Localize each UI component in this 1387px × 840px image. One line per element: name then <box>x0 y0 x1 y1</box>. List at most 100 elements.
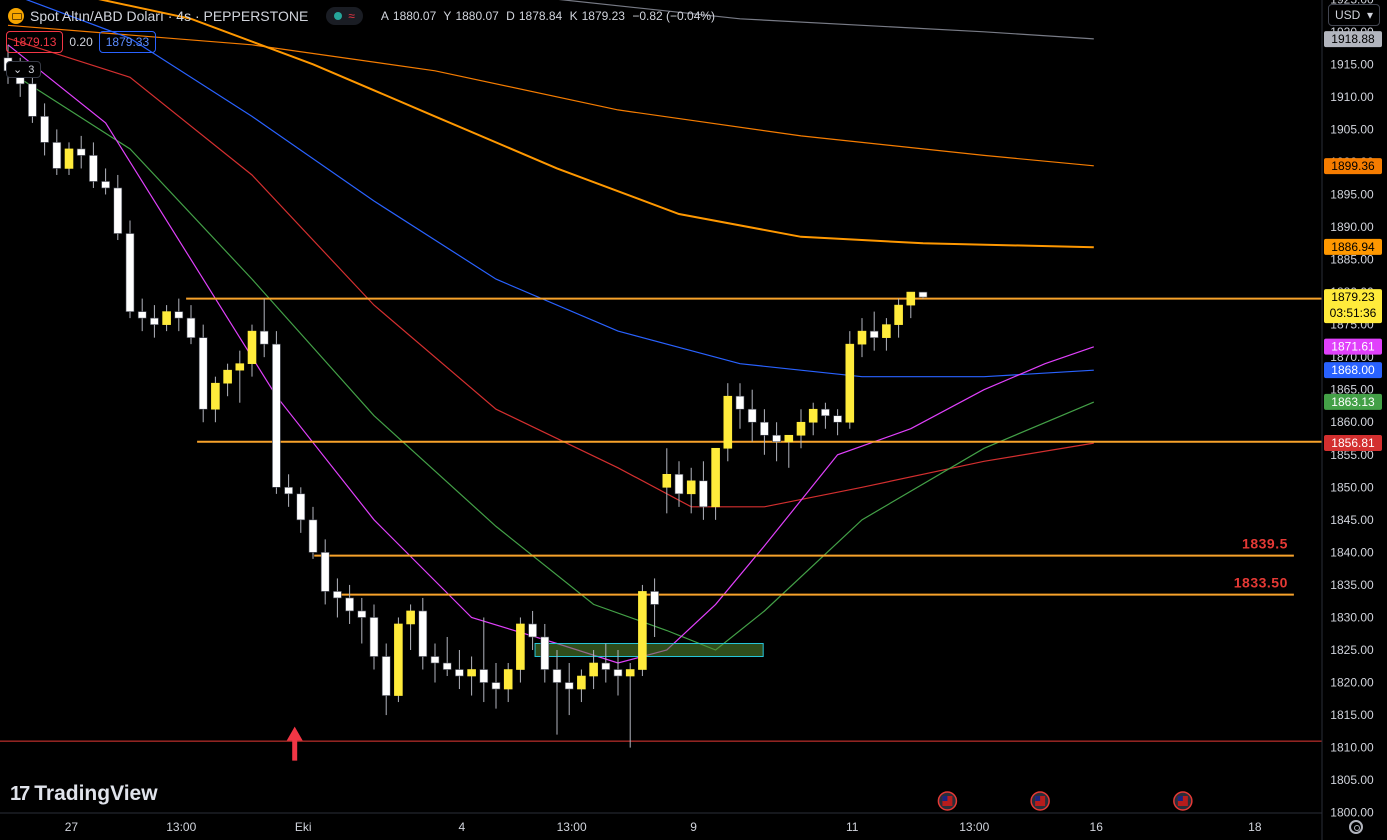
candle-bull <box>808 408 818 423</box>
candle-bear <box>52 142 62 169</box>
candle-bear <box>442 662 452 670</box>
candle-bull <box>845 343 855 423</box>
candle-bull <box>796 421 806 436</box>
candle-bull <box>394 623 403 696</box>
economic-event-flag-icon <box>1030 791 1050 811</box>
candle-bear <box>552 669 562 683</box>
x-tick-label: 18 <box>1248 820 1262 834</box>
price-label-text: 1856.81 <box>1331 436 1375 450</box>
candle-bull <box>235 363 245 371</box>
ma-line-green <box>7 70 1095 651</box>
low-value: 1878.84 <box>518 9 563 23</box>
buy-button[interactable]: 1879.33 <box>98 31 157 53</box>
x-tick-label: 16 <box>1090 820 1104 834</box>
candle-bull <box>162 311 171 325</box>
sell-button[interactable]: 1879.13 <box>6 31 64 53</box>
tradingview-logo[interactable]: 17 TradingView <box>10 782 158 806</box>
candle-bear <box>491 682 501 690</box>
price-label-text: 1899.36 <box>1331 159 1375 173</box>
candle-bear <box>137 311 147 319</box>
economic-event-flag-icon <box>1173 791 1193 811</box>
candle-bear <box>357 610 367 618</box>
currency-value: USD <box>1335 8 1361 22</box>
candle-bear <box>528 623 537 638</box>
candle-bull <box>686 480 696 495</box>
candle-bear <box>418 610 428 657</box>
candle-bull <box>723 395 733 449</box>
y-tick-label: 1835.00 <box>1330 578 1374 592</box>
candle-bull <box>589 662 598 677</box>
candle-bear <box>150 317 159 325</box>
symbol-logo-icon <box>8 8 24 24</box>
candle-bear <box>821 408 830 417</box>
candle-bull <box>211 382 220 410</box>
candle-bull <box>906 291 916 306</box>
price-label-text: 1886.94 <box>1331 240 1375 254</box>
tradingview-logo-text: TradingView <box>34 782 158 805</box>
countdown-label-text: 03:51:36 <box>1330 306 1377 320</box>
y-tick-label: 1915.00 <box>1330 57 1374 71</box>
candle-bull <box>64 148 74 169</box>
candle-bear <box>699 480 708 508</box>
candle-bear <box>381 656 391 696</box>
candle-bear <box>76 148 86 156</box>
candle-bull <box>467 669 476 677</box>
level-label: 1833.50 <box>1234 575 1288 591</box>
x-tick-label: 4 <box>458 820 465 834</box>
y-tick-label: 1860.00 <box>1330 415 1374 429</box>
candle-bear <box>540 636 550 670</box>
y-tick-label: 1840.00 <box>1330 545 1374 559</box>
y-tick-label: 1805.00 <box>1330 773 1374 787</box>
candle-bull <box>503 669 513 690</box>
candle-bull <box>882 324 891 338</box>
candle-bull <box>711 447 720 508</box>
candle-bear <box>259 330 269 345</box>
settings-gear-icon[interactable] <box>1349 820 1363 834</box>
chart-canvas[interactable]: 187918571839.51833.501800.001805.001810.… <box>0 0 1387 840</box>
candle-bull <box>638 591 647 670</box>
candle-bull <box>516 623 525 670</box>
close-value: 1879.23 <box>581 9 625 23</box>
candle-bull <box>247 330 257 364</box>
high-label: Y <box>443 9 452 23</box>
indicators-toggle-button[interactable]: ⌄ 3 <box>6 61 42 78</box>
candle-bull <box>784 434 794 443</box>
data-delay-icon: ≈ <box>348 9 355 23</box>
open-label: A <box>380 9 389 23</box>
candle-bear <box>284 487 293 495</box>
price-label-text: 1868.00 <box>1331 363 1375 377</box>
candle-bull <box>406 610 415 625</box>
y-tick-label: 1825.00 <box>1330 643 1374 657</box>
support-zone <box>534 642 764 658</box>
candle-bear <box>28 83 37 117</box>
y-tick-label: 1820.00 <box>1330 676 1374 690</box>
candle-bear <box>345 597 354 612</box>
ma-line-red <box>7 37 1094 508</box>
candle-bear <box>760 421 769 436</box>
candle-bear <box>918 291 928 298</box>
flag-canton <box>1035 796 1041 801</box>
x-tick-label: Eki <box>295 820 312 834</box>
candle-bear <box>455 669 464 677</box>
price-label-text: 1879.23 <box>1331 290 1375 304</box>
market-open-icon <box>334 12 343 20</box>
candle-bear <box>89 155 98 182</box>
flag-canton <box>942 796 948 801</box>
candle-bear <box>125 233 135 312</box>
candle-bear <box>174 311 184 319</box>
change-value: −0.82 (−0.04%) <box>632 9 716 23</box>
candle-bear <box>747 408 757 423</box>
symbol-title[interactable]: Spot Altın/ABD Doları · 4s · PEPPERSTONE <box>30 8 308 24</box>
currency-select[interactable]: USD ▾ <box>1328 4 1380 26</box>
candle-bear <box>674 473 684 495</box>
candle-bear <box>650 591 659 605</box>
candle-bear <box>320 552 330 592</box>
y-tick-label: 1845.00 <box>1330 513 1374 527</box>
price-label-text: 1871.61 <box>1331 340 1375 354</box>
candle-bear <box>198 337 208 410</box>
market-status[interactable]: ≈ <box>326 7 363 25</box>
candle-bear <box>479 669 489 683</box>
y-tick-label: 1815.00 <box>1330 708 1374 722</box>
x-tick-label: 27 <box>65 820 79 834</box>
up-arrow-icon <box>286 726 303 761</box>
